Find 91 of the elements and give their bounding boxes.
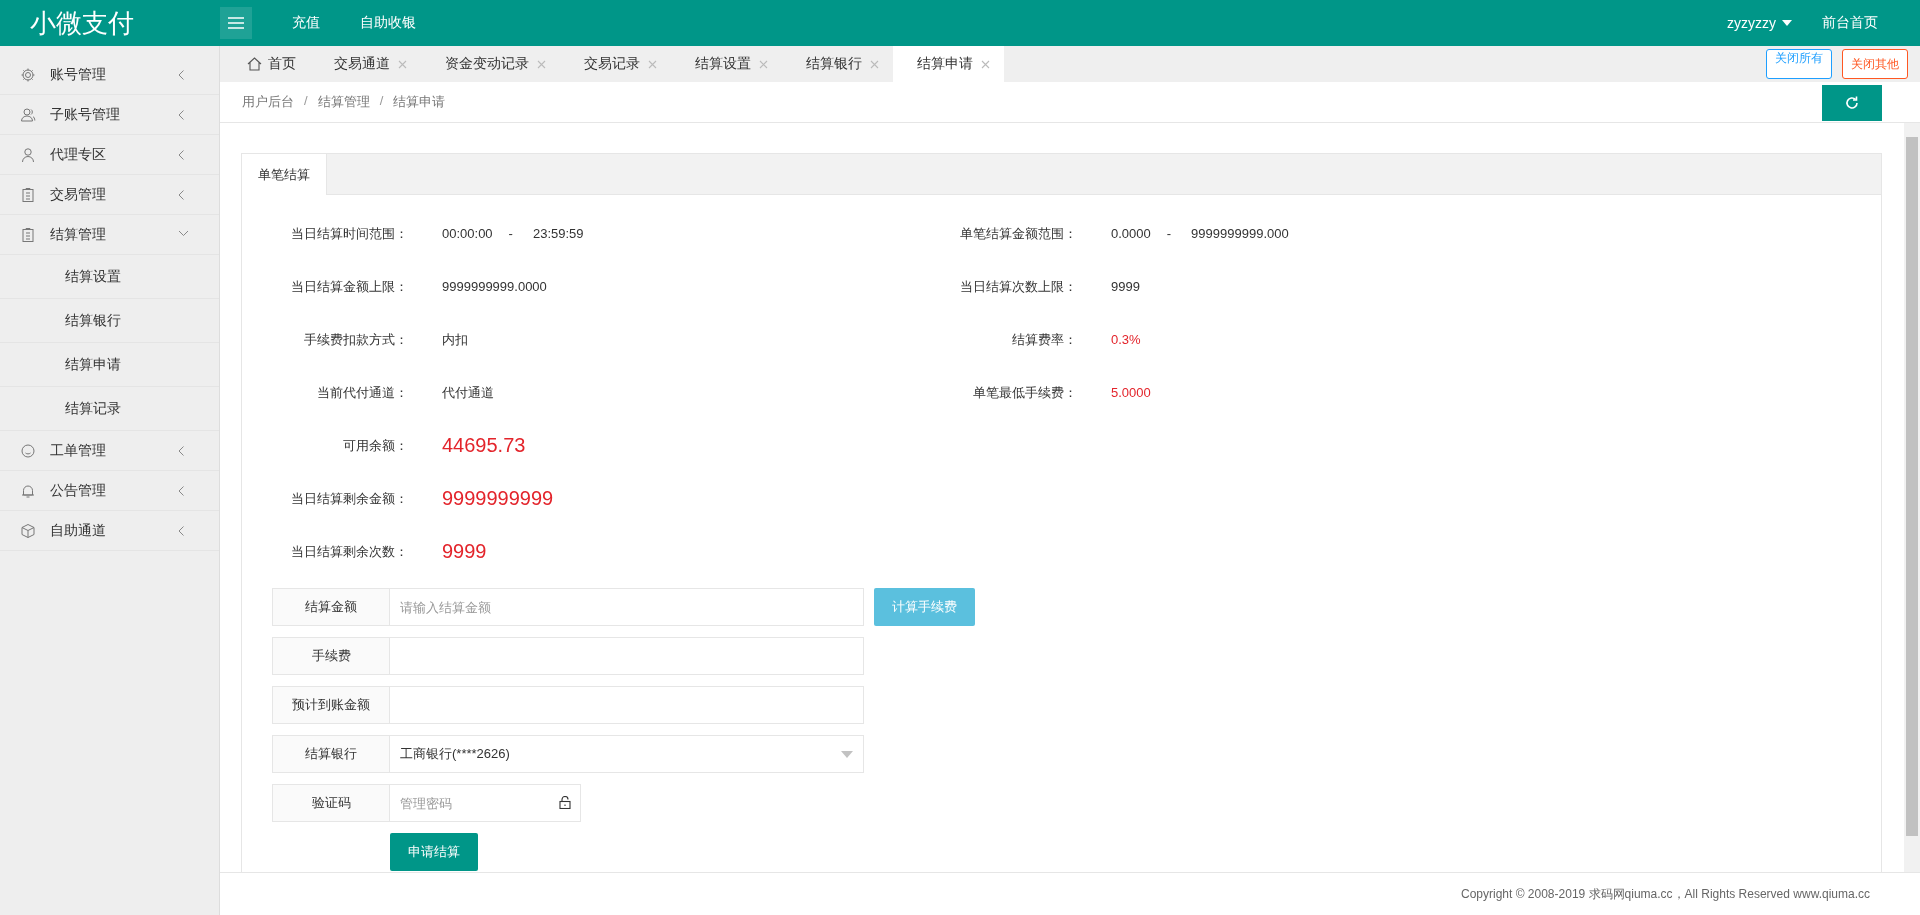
sidebar-item[interactable]: 公告管理 (0, 471, 219, 511)
tab[interactable]: 交易记录 (560, 46, 671, 82)
range-dash: - (508, 226, 513, 241)
field-label: 单笔结算金额范围： (959, 224, 1077, 243)
field-value: 00:00:00 (442, 226, 493, 241)
breadcrumb-link[interactable]: 结算申请 (393, 93, 446, 111)
users-icon (20, 106, 36, 123)
gear-icon (20, 66, 36, 83)
cube-icon (20, 522, 36, 539)
clipboard-icon (20, 226, 36, 243)
copyright-text: Copyright © 2008-2019 求码网qiuma.cc，All Rights Reserved www.qiuma.cc (1461, 885, 1870, 903)
sidebar-item[interactable]: 自助通道 (0, 511, 219, 551)
nav-link[interactable]: 充值 (292, 14, 320, 32)
field-value: 0.3% (1111, 332, 1141, 347)
sidebar-item[interactable]: 代理专区 (0, 135, 219, 175)
close-icon[interactable] (537, 59, 546, 69)
sidebar-item[interactable]: 账号管理 (0, 55, 219, 95)
field-value: 9999 (1111, 279, 1140, 294)
breadcrumb-separator: / (304, 93, 308, 110)
field-value: 9999999999.0000 (442, 279, 547, 294)
clipboard-icon (20, 186, 36, 203)
field-label: 手续费 (272, 637, 390, 675)
breadcrumb-separator: / (379, 93, 384, 110)
field-label: 结算费率： (1011, 330, 1077, 349)
sidebar-item[interactable]: 交易管理 (0, 175, 219, 215)
field-value: 代付通道 (442, 383, 494, 402)
close-icon[interactable] (981, 59, 990, 69)
field-label: 当日结算金额上限： (290, 277, 408, 296)
user-icon (20, 146, 36, 163)
smiley-icon (20, 442, 36, 459)
close-icon[interactable] (870, 59, 879, 69)
sidebar-subitem[interactable]: 结算设置 (0, 255, 219, 299)
field-value: 0.0000 (1111, 226, 1151, 241)
nav-link[interactable]: 前台首页 (1822, 14, 1878, 32)
menu-button[interactable] (220, 7, 252, 39)
sidebar-item[interactable]: 工单管理 (0, 431, 219, 471)
close-icon[interactable] (759, 59, 768, 69)
field-label: 当日结算剩余金额： (290, 489, 408, 508)
field-value: 内扣 (442, 330, 468, 349)
field-label: 当前代付通道： (316, 383, 408, 402)
input-field[interactable] (390, 637, 864, 675)
user-menu[interactable]: zyzyzzy (1727, 15, 1792, 31)
field-label: 手续费扣款方式： (303, 330, 408, 349)
dropdown-arrow-icon (841, 750, 853, 758)
close-icon[interactable] (648, 59, 657, 69)
tab[interactable]: 结算设置 (671, 46, 782, 82)
menu-icon (228, 17, 244, 29)
input-field[interactable]: 请输入结算金额 (390, 588, 864, 626)
breadcrumb-link[interactable]: 结算管理 (317, 93, 370, 111)
bank-select[interactable]: 工商银行(****2626) (390, 735, 864, 773)
field-label: 结算金额 (272, 588, 390, 626)
close-icon[interactable] (398, 59, 407, 69)
range-dash: - (1166, 226, 1172, 241)
sidebar-subitem[interactable]: 结算银行 (0, 299, 219, 343)
field-label: 结算银行 (272, 735, 390, 773)
field-label: 验证码 (272, 784, 390, 822)
field-value: 44695.73 (442, 434, 526, 457)
sidebar-item[interactable]: 结算管理 (0, 215, 219, 255)
refresh-icon (1844, 95, 1860, 111)
lock-icon (559, 796, 571, 809)
password-field[interactable]: 管理密码 (390, 784, 581, 822)
field-label: 单笔最低手续费： (972, 383, 1077, 402)
refresh-button[interactable] (1822, 85, 1882, 121)
bell-icon (20, 482, 36, 499)
caret-icon (1782, 20, 1792, 26)
field-label: 当日结算剩余次数： (290, 542, 408, 561)
input-field[interactable] (390, 686, 864, 724)
tab[interactable]: 结算银行 (782, 46, 893, 82)
home-icon (247, 57, 262, 71)
submit-button[interactable]: 申请结算 (390, 833, 478, 871)
field-value: 9999999999 (442, 487, 554, 510)
breadcrumb-link[interactable]: 用户后台 (242, 93, 294, 111)
field-label: 可用余额： (342, 436, 408, 455)
brand-logo: 小微支付 (29, 6, 135, 40)
sidebar-subitem[interactable]: 结算申请 (0, 343, 219, 387)
field-value: 9999 (442, 540, 487, 563)
scrollbar[interactable] (1904, 123, 1920, 872)
sidebar-subitem[interactable]: 结算记录 (0, 387, 219, 431)
field-label: 当日结算次数上限： (959, 277, 1077, 296)
field-value: 5.0000 (1111, 385, 1151, 400)
tab[interactable]: 资金变动记录 (421, 46, 560, 82)
nav-link[interactable]: 自助收银 (360, 14, 416, 32)
field-value: 23:59:59 (532, 226, 584, 241)
tab[interactable]: 结算申请 (893, 46, 1004, 82)
sidebar-item[interactable]: 子账号管理 (0, 95, 219, 135)
tab[interactable]: 单笔结算 (242, 154, 327, 195)
tab[interactable]: 交易通道 (310, 46, 421, 82)
field-label: 预计到账金额 (272, 686, 390, 724)
field-label: 当日结算时间范围： (290, 224, 408, 243)
field-value: 9999999999.000 (1191, 226, 1289, 241)
tab[interactable]: 首页 (223, 46, 310, 82)
